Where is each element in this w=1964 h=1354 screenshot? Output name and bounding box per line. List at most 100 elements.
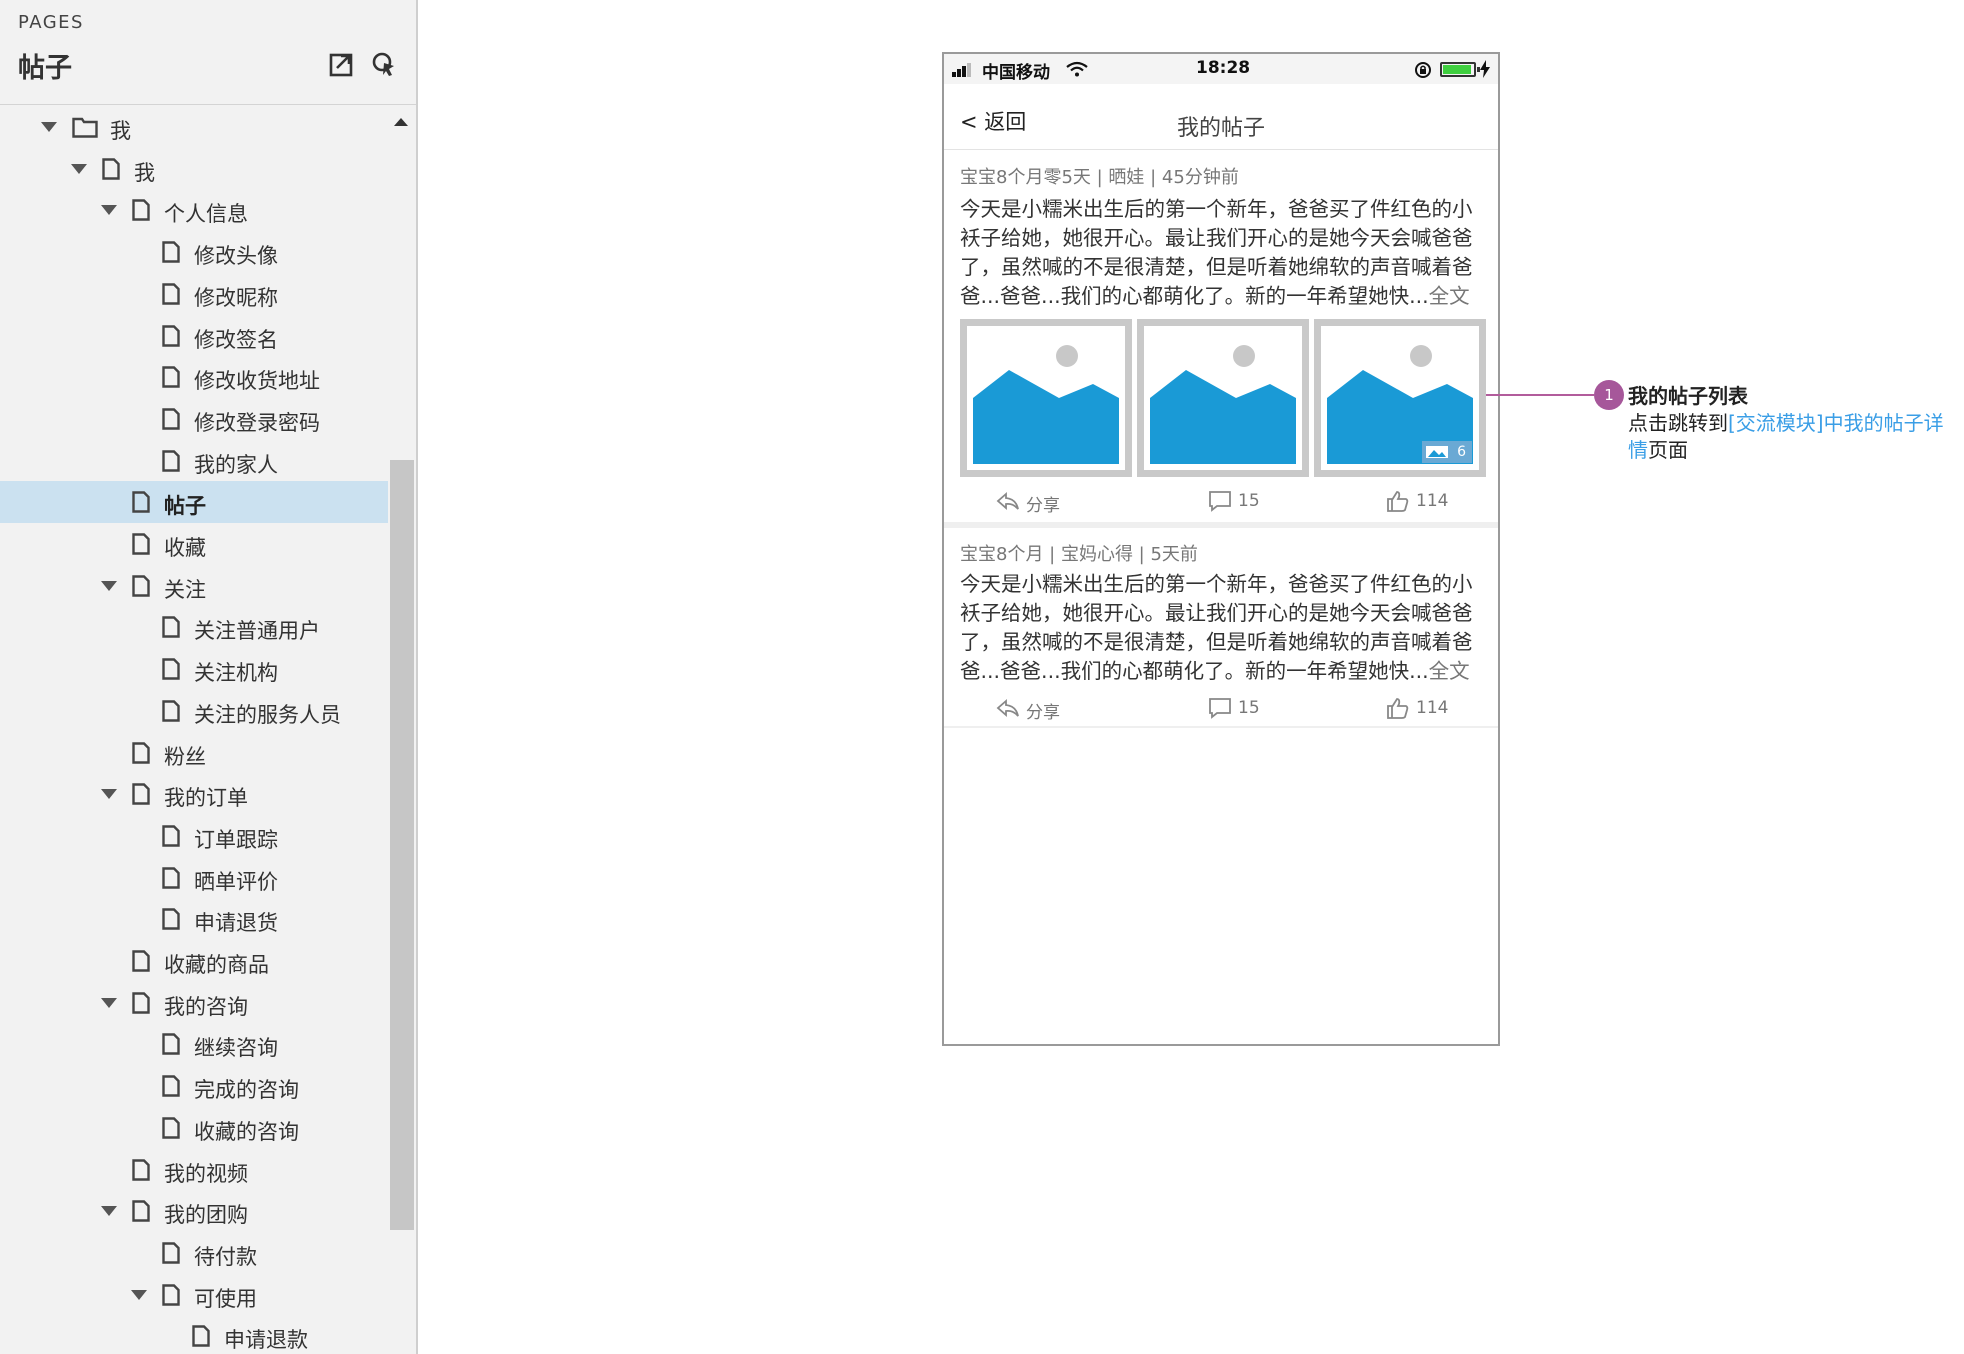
tree-item[interactable]: 个人信息 xyxy=(0,189,388,231)
signal-icon xyxy=(952,63,971,77)
tree-item-label: 修改头像 xyxy=(194,244,278,269)
tree-item-label: 我的咨询 xyxy=(164,994,248,1019)
page-icon xyxy=(162,616,180,639)
tree-item[interactable]: 我的视频 xyxy=(0,1149,388,1191)
caret-down-icon[interactable] xyxy=(71,163,87,174)
tree-item-label: 粉丝 xyxy=(164,744,206,769)
page-icon xyxy=(162,366,180,388)
tree-item[interactable]: 待付款 xyxy=(0,1232,388,1274)
tree-item[interactable]: 订单跟踪 xyxy=(0,815,388,857)
tree-item-label: 待付款 xyxy=(194,1244,257,1269)
tree-item[interactable]: 关注普通用户 xyxy=(0,606,388,648)
caret-down-icon[interactable] xyxy=(101,789,117,800)
tree-item[interactable]: 收藏 xyxy=(0,523,388,565)
tree-item[interactable]: 帖子 xyxy=(0,481,388,524)
tree-item[interactable]: 我 xyxy=(0,148,388,190)
page-icon xyxy=(162,908,180,930)
charging-icon xyxy=(1480,60,1490,78)
read-more-link[interactable]: 全文 xyxy=(1429,659,1470,683)
tree-item[interactable]: 收藏的咨询 xyxy=(0,1107,388,1149)
caret-down-icon[interactable] xyxy=(101,997,117,1008)
page-icon xyxy=(162,866,180,889)
post-item[interactable]: 宝宝8个月零5天 | 晒娃 | 45分钟前 今天是小糯米出生后的第一个新年，爸爸… xyxy=(944,151,1498,523)
tree-item[interactable]: 可使用 xyxy=(0,1274,388,1316)
tree-item[interactable]: 修改收货地址 xyxy=(0,356,388,398)
tree-item-label: 修改收货地址 xyxy=(194,369,320,394)
export-icon[interactable] xyxy=(328,50,356,78)
tree-item[interactable]: 修改头像 xyxy=(0,231,388,273)
tree-item[interactable]: 收藏的商品 xyxy=(0,940,388,982)
gallery-icon xyxy=(1426,446,1448,458)
page-icon xyxy=(162,408,180,430)
tree-item-label: 我的团购 xyxy=(164,1203,248,1228)
caret-down-icon[interactable] xyxy=(101,1206,117,1217)
tree-item[interactable]: 我 xyxy=(0,106,388,148)
tree-item[interactable]: 关注的服务人员 xyxy=(0,690,388,732)
tree-item[interactable]: 粉丝 xyxy=(0,732,388,774)
read-more-link[interactable]: 全文 xyxy=(1429,284,1470,308)
caret-down-icon[interactable] xyxy=(101,580,117,591)
post-image[interactable] xyxy=(960,319,1132,477)
tree-item-label: 我 xyxy=(110,119,131,143)
tree-item[interactable]: 晒单评价 xyxy=(0,857,388,899)
phone-mockup: 中国移动 18:28 < 返回 我的帖子 宝宝8个月零5天 | 晒娃 | 45分… xyxy=(942,52,1500,1046)
tree-item-label: 关注普通用户 xyxy=(194,619,320,644)
thumbs-up-icon xyxy=(1387,698,1409,719)
pages-label: PAGES xyxy=(18,12,84,33)
tree-item[interactable]: 关注 xyxy=(0,565,388,607)
post-item[interactable]: 宝宝8个月 | 宝妈心得 | 5天前 今天是小糯米出生后的第一个新年，爸爸买了件… xyxy=(944,528,1498,728)
tree-item-label: 晒单评价 xyxy=(194,869,278,894)
tree-item-label: 收藏的商品 xyxy=(164,953,269,977)
tree-item[interactable]: 申请退款 xyxy=(0,1315,388,1354)
tree-item[interactable]: 修改昵称 xyxy=(0,273,388,315)
annotation-badge[interactable]: 1 xyxy=(1594,380,1624,410)
tree-item[interactable]: 完成的咨询 xyxy=(0,1065,388,1107)
tree-item-label: 修改昵称 xyxy=(194,285,278,310)
tree-item-label: 收藏的咨询 xyxy=(194,1119,299,1144)
page-icon xyxy=(162,1117,180,1139)
page-icon xyxy=(132,1158,150,1181)
page-icon xyxy=(132,491,150,513)
page-icon xyxy=(132,950,150,972)
post-image[interactable] xyxy=(1137,319,1309,477)
carrier-name: 中国移动 xyxy=(982,63,1050,83)
tree-item-label: 申请退款 xyxy=(224,1328,308,1353)
post-body: 今天是小糯米出生后的第一个新年，爸爸买了件红色的小袄子给她，她很开心。最让我们开… xyxy=(960,195,1486,311)
post-text: 今天是小糯米出生后的第一个新年，爸爸买了件红色的小袄子给她，她很开心。最让我们开… xyxy=(960,572,1473,683)
scrollbar-thumb[interactable] xyxy=(390,460,414,1230)
page-icon xyxy=(132,783,150,805)
tree-item-label: 继续咨询 xyxy=(194,1036,278,1061)
tree-item[interactable]: 我的团购 xyxy=(0,1190,388,1232)
tree-item[interactable]: 修改登录密码 xyxy=(0,398,388,440)
tree-item-label: 完成的咨询 xyxy=(194,1078,299,1103)
page-icon xyxy=(162,700,180,722)
tree-item-label: 我 xyxy=(134,160,155,185)
tree-item[interactable]: 我的家人 xyxy=(0,440,388,482)
post-meta: 宝宝8个月零5天 | 晒娃 | 45分钟前 xyxy=(960,167,1239,188)
tree-item[interactable]: 继续咨询 xyxy=(0,1023,388,1065)
caret-down-icon[interactable] xyxy=(131,1289,147,1300)
page-icon xyxy=(162,1242,180,1264)
share-icon xyxy=(996,492,1019,510)
tree-item-label: 关注 xyxy=(164,577,206,602)
tree-item-label: 申请退货 xyxy=(194,911,278,936)
image-count: 6 xyxy=(1457,444,1466,460)
page-tree: 我我个人信息修改头像修改昵称修改签名修改收货地址修改登录密码 我的家人 帖子 收藏关注… xyxy=(0,106,388,1354)
tree-item[interactable]: 修改签名 xyxy=(0,315,388,357)
caret-down-icon[interactable] xyxy=(101,205,117,216)
caret-down-icon[interactable] xyxy=(41,122,57,132)
page-icon xyxy=(162,449,180,472)
tree-item[interactable]: 我的咨询 xyxy=(0,982,388,1024)
tree-item-label: 关注的服务人员 xyxy=(194,702,341,727)
tree-item[interactable]: 我的订单 xyxy=(0,773,388,815)
locate-page-icon[interactable] xyxy=(370,50,398,78)
tree-item[interactable]: 关注机构 xyxy=(0,648,388,690)
tree-item[interactable]: 申请退货 xyxy=(0,898,388,940)
nav-bar: < 返回 我的帖子 xyxy=(944,84,1498,150)
thumbs-up-icon xyxy=(1387,491,1409,512)
image-count-badge: 6 xyxy=(1422,441,1472,463)
post-image[interactable]: 6 xyxy=(1314,319,1486,477)
page-title: 帖子 xyxy=(18,53,72,84)
scroll-up-arrow-icon[interactable] xyxy=(394,118,408,126)
page-icon xyxy=(132,741,150,764)
